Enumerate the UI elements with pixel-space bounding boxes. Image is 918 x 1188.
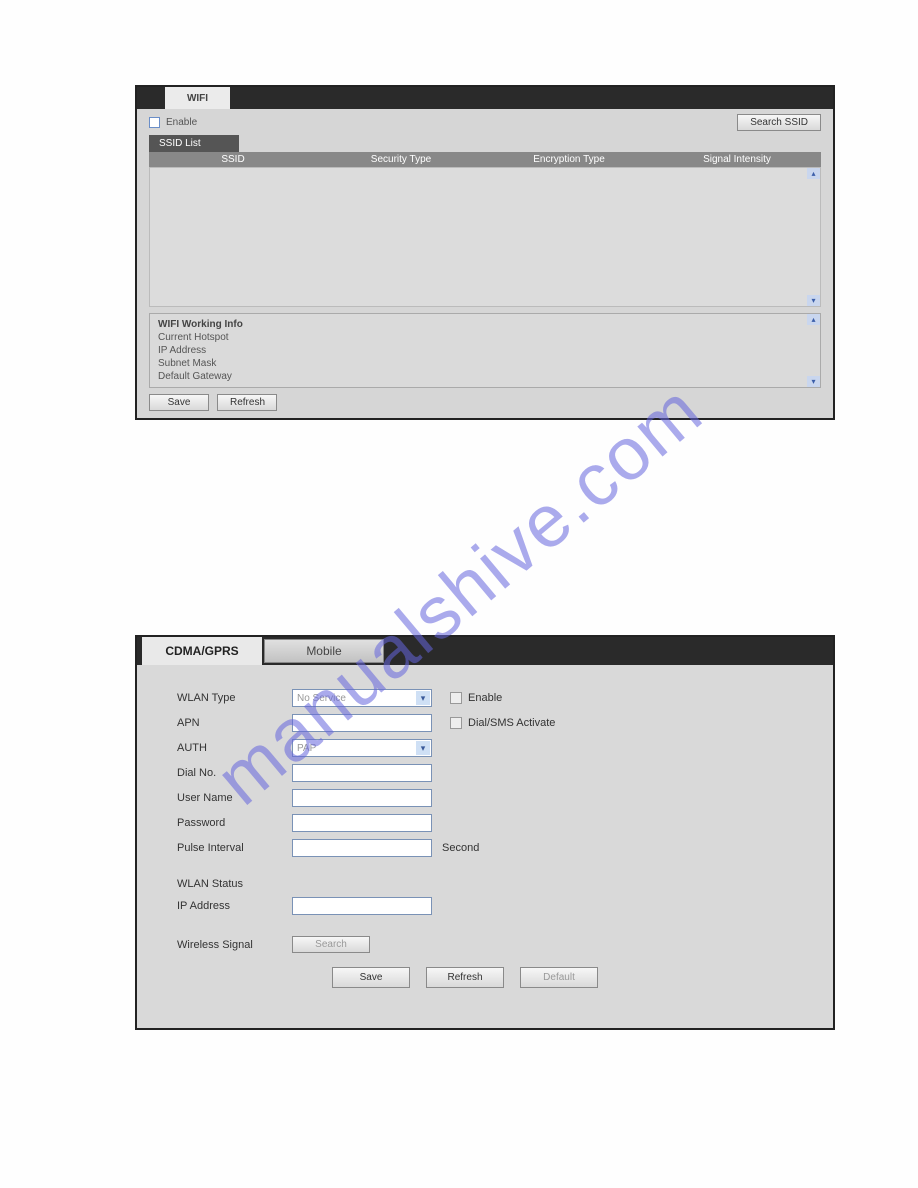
chevron-down-icon: ▾ bbox=[416, 691, 430, 705]
pulse-interval-unit: Second bbox=[442, 842, 479, 854]
wifi-panel: WIFI Enable Search SSID SSID List SSID S… bbox=[135, 85, 835, 420]
password-input[interactable] bbox=[292, 814, 432, 832]
search-button[interactable]: Search bbox=[292, 936, 370, 953]
info-current-hotspot: Current Hotspot bbox=[158, 331, 812, 344]
tab-cdma[interactable]: CDMA/GPRS bbox=[142, 637, 262, 665]
cdma-tabbar: CDMA/GPRS Mobile bbox=[137, 637, 833, 665]
ssid-list-tab[interactable]: SSID List bbox=[149, 135, 239, 152]
dialsms-label: Dial/SMS Activate bbox=[468, 717, 555, 729]
ssid-list-tab-wrap: SSID List bbox=[137, 135, 833, 152]
ip-address-input[interactable] bbox=[292, 897, 432, 915]
ssid-table-header: SSID Security Type Encryption Type Signa… bbox=[149, 152, 821, 167]
info-subnet-mask: Subnet Mask bbox=[158, 357, 812, 370]
working-info-title: WIFI Working Info bbox=[158, 318, 812, 331]
tab-mobile[interactable]: Mobile bbox=[264, 639, 384, 663]
ssid-table-body[interactable]: ▴ ▾ bbox=[149, 167, 821, 307]
col-security: Security Type bbox=[317, 154, 485, 165]
col-encryption: Encryption Type bbox=[485, 154, 653, 165]
wifi-top-row: Enable Search SSID bbox=[137, 109, 833, 135]
dial-no-label: Dial No. bbox=[177, 767, 292, 779]
col-signal: Signal Intensity bbox=[653, 154, 821, 165]
tab-wifi[interactable]: WIFI bbox=[165, 87, 230, 109]
wlan-status-label: WLAN Status bbox=[177, 878, 292, 890]
pulse-interval-input[interactable] bbox=[292, 839, 432, 857]
default-button[interactable]: Default bbox=[520, 967, 598, 988]
info-ip-address: IP Address bbox=[158, 344, 812, 357]
auth-label: AUTH bbox=[177, 742, 292, 754]
col-ssid: SSID bbox=[149, 154, 317, 165]
wlan-type-value: No Service bbox=[297, 693, 346, 704]
enable-checkbox[interactable] bbox=[149, 117, 160, 128]
dial-no-input[interactable] bbox=[292, 764, 432, 782]
enable-label: Enable bbox=[166, 117, 197, 128]
cdma-panel: CDMA/GPRS Mobile WLAN Type No Service ▾ … bbox=[135, 635, 835, 1030]
apn-label: APN bbox=[177, 717, 292, 729]
wifi-working-info: WIFI Working Info Current Hotspot IP Add… bbox=[149, 313, 821, 388]
password-label: Password bbox=[177, 817, 292, 829]
auth-value: PAP bbox=[297, 743, 316, 754]
wlan-type-select[interactable]: No Service ▾ bbox=[292, 689, 432, 707]
wifi-tabbar: WIFI bbox=[137, 87, 833, 109]
search-ssid-button[interactable]: Search SSID bbox=[737, 114, 821, 131]
ip-address-label: IP Address bbox=[177, 900, 292, 912]
scroll-up-icon[interactable]: ▴ bbox=[807, 168, 820, 179]
info-default-gateway: Default Gateway bbox=[158, 370, 812, 383]
enable-label: Enable bbox=[468, 692, 502, 704]
cdma-button-row: Save Refresh Default bbox=[332, 967, 805, 988]
scroll-down-icon[interactable]: ▾ bbox=[807, 376, 820, 387]
save-button[interactable]: Save bbox=[332, 967, 410, 988]
scroll-down-icon[interactable]: ▾ bbox=[807, 295, 820, 306]
cdma-form: WLAN Type No Service ▾ Enable APN Dial/S… bbox=[137, 665, 833, 988]
user-name-input[interactable] bbox=[292, 789, 432, 807]
dialsms-checkbox[interactable] bbox=[450, 717, 462, 729]
auth-select[interactable]: PAP ▾ bbox=[292, 739, 432, 757]
wireless-signal-label: Wireless Signal bbox=[177, 939, 292, 951]
save-button[interactable]: Save bbox=[149, 394, 209, 411]
wlan-type-label: WLAN Type bbox=[177, 692, 292, 704]
chevron-down-icon: ▾ bbox=[416, 741, 430, 755]
scroll-up-icon[interactable]: ▴ bbox=[807, 314, 820, 325]
apn-input[interactable] bbox=[292, 714, 432, 732]
enable-checkbox[interactable] bbox=[450, 692, 462, 704]
pulse-interval-label: Pulse Interval bbox=[177, 842, 292, 854]
refresh-button[interactable]: Refresh bbox=[217, 394, 277, 411]
refresh-button[interactable]: Refresh bbox=[426, 967, 504, 988]
user-name-label: User Name bbox=[177, 792, 292, 804]
wifi-button-row: Save Refresh bbox=[137, 388, 833, 417]
